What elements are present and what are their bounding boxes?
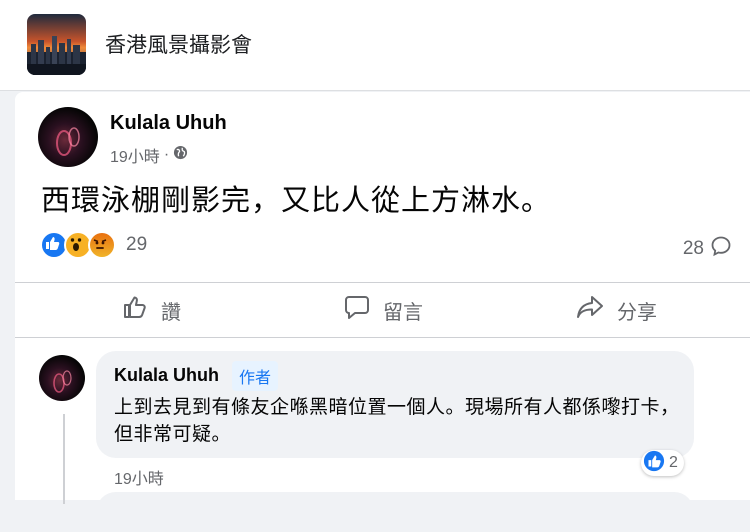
group-thumbnail[interactable] bbox=[27, 14, 86, 75]
group-name[interactable]: 香港風景攝影會 bbox=[105, 29, 252, 59]
comment-text: 上到去見到有條友企喺黑暗位置一個人。現場所有人都係嚟打卡，但非常可疑。 bbox=[114, 397, 680, 445]
post-reactions[interactable]: 29 bbox=[40, 231, 147, 259]
share-arrow-icon bbox=[575, 293, 605, 327]
comment-bubble: Kulala Uhuh 作者 上到去見到有條友企喺黑暗位置一個人。現場所有人都係… bbox=[96, 351, 694, 458]
like-button[interactable]: 讚 bbox=[121, 283, 181, 337]
post-author-name[interactable]: Kulala Uhuh bbox=[110, 112, 227, 135]
angry-reaction-icon bbox=[88, 231, 116, 259]
post-card: Kulala Uhuh 19小時 · 西環泳棚剛影完，又比人從上方淋水。 29 … bbox=[15, 92, 750, 532]
comment-count[interactable]: 28 bbox=[683, 235, 732, 263]
post-action-bar: 讚 留言 分享 bbox=[15, 282, 750, 338]
comment-label: 留言 bbox=[383, 301, 423, 324]
author-badge: 作者 bbox=[232, 361, 279, 391]
like-reaction-icon bbox=[643, 450, 665, 477]
comment-button[interactable]: 留言 bbox=[343, 283, 423, 337]
next-comment-bubble bbox=[96, 492, 694, 532]
post-timestamp[interactable]: 19小時 bbox=[110, 143, 160, 167]
post-meta: 19小時 · bbox=[110, 143, 188, 167]
meta-separator: · bbox=[163, 146, 170, 163]
thumbs-up-icon bbox=[121, 293, 149, 327]
comment-reaction-summary[interactable]: 2 bbox=[641, 450, 684, 476]
comment-thread-line bbox=[63, 414, 65, 504]
post-text: 西環泳棚剛影完，又比人從上方淋水。 bbox=[41, 185, 552, 217]
comment-icon bbox=[343, 293, 371, 327]
comment-bubble-icon bbox=[710, 235, 732, 263]
reaction-count: 29 bbox=[126, 234, 148, 255]
comment-author-avatar[interactable] bbox=[39, 355, 85, 401]
author-avatar[interactable] bbox=[38, 107, 98, 167]
like-label: 讚 bbox=[161, 301, 181, 324]
comment-timestamp[interactable]: 19小時 bbox=[114, 465, 164, 489]
comment-author-name[interactable]: Kulala Uhuh bbox=[114, 365, 219, 386]
comment-reaction-count: 2 bbox=[669, 454, 678, 471]
share-label: 分享 bbox=[617, 301, 657, 324]
share-button[interactable]: 分享 bbox=[575, 283, 657, 337]
group-header: 香港風景攝影會 bbox=[0, 0, 750, 91]
globe-icon bbox=[173, 145, 188, 165]
comment-count-number: 28 bbox=[682, 238, 704, 259]
